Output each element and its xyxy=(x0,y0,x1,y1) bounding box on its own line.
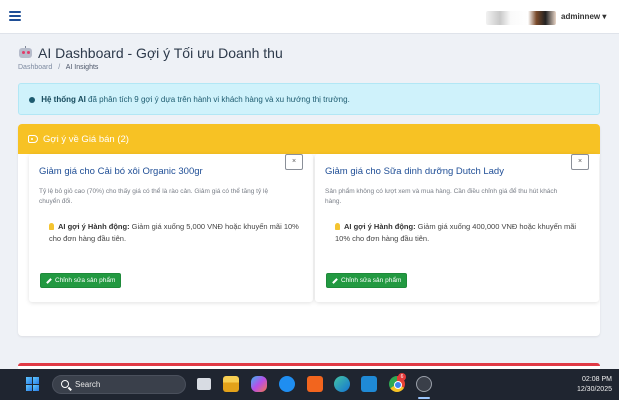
panel-title: Gợi ý về Giá bán (2) xyxy=(43,133,129,145)
edit-product-button[interactable]: Chỉnh sửa sản phẩm xyxy=(40,273,122,288)
pencil-icon xyxy=(46,277,52,284)
card-description: Tỷ lệ bỏ giỏ cao (70%) cho thấy giá có t… xyxy=(39,188,269,205)
suggestion-card: × Giảm giá cho Sữa dinh dưỡng Dutch Lady… xyxy=(315,154,599,302)
vscode-icon[interactable] xyxy=(361,376,377,392)
file-explorer-icon[interactable] xyxy=(223,376,239,392)
page-title-text: AI Dashboard - Gợi ý Tối ưu Doanh thu xyxy=(38,45,283,61)
task-view-icon[interactable] xyxy=(197,378,211,390)
zalo-icon[interactable] xyxy=(279,376,295,392)
alert-strong-text: Hệ thống AI xyxy=(41,95,86,104)
card-title: Giảm giá cho Sữa dinh dưỡng Dutch Lady xyxy=(325,166,504,177)
ai-suggestion-label: AI gợi ý Hành động: xyxy=(344,222,416,231)
breadcrumb-separator: / xyxy=(58,64,61,71)
lightbulb-icon xyxy=(49,223,54,230)
breadcrumb-current: AI Insights xyxy=(65,64,99,71)
chrome-notification-badge: 6 xyxy=(398,373,406,381)
menu-toggle-icon[interactable] xyxy=(9,11,21,21)
edit-product-button[interactable]: Chỉnh sửa sản phẩm xyxy=(326,273,408,288)
ai-suggestion: AI gợi ý Hành động: Giảm giá xuống 400,0… xyxy=(335,221,589,245)
lightbulb-icon xyxy=(29,97,35,103)
edit-product-label: Chỉnh sửa sản phẩm xyxy=(341,277,402,284)
lightbulb-icon xyxy=(335,223,340,230)
breadcrumb-home-link[interactable]: Dashboard xyxy=(18,64,52,71)
ai-suggestion-label: AI gợi ý Hành động: xyxy=(58,222,130,231)
clock-date: 12/30/2025 xyxy=(576,386,612,393)
chatgpt-icon[interactable] xyxy=(416,376,432,392)
suggestion-card: × Giảm giá cho Cải bó xôi Organic 300gr … xyxy=(29,154,313,302)
price-suggestions-panel: Gợi ý về Giá bán (2) × Giảm giá cho Cải … xyxy=(18,124,600,336)
pencil-icon xyxy=(332,277,338,284)
card-title: Giảm giá cho Cải bó xôi Organic 300gr xyxy=(39,166,203,177)
clock-time: 02:08 PM xyxy=(582,376,612,383)
card-description: Sản phẩm không có lượt xem và mua hàng. … xyxy=(325,188,558,205)
info-alert: Hệ thống AI đã phân tích 9 gợi ý dựa trê… xyxy=(18,83,600,115)
windows-start-icon[interactable] xyxy=(26,377,40,391)
cards-row: × Giảm giá cho Cải bó xôi Organic 300gr … xyxy=(18,154,600,336)
search-placeholder: Search xyxy=(75,380,101,389)
panel-header: Gợi ý về Giá bán (2) xyxy=(18,124,600,154)
edge-browser-icon[interactable] xyxy=(334,376,350,392)
page-title: AI Dashboard - Gợi ý Tối ưu Doanh thu xyxy=(18,45,283,61)
taskbar-search-input[interactable]: Search xyxy=(52,375,186,394)
copilot-icon[interactable] xyxy=(251,376,267,392)
close-card-button[interactable]: × xyxy=(571,154,589,170)
avatar[interactable] xyxy=(486,11,556,25)
top-navbar: adminnew ▾ xyxy=(0,0,619,34)
ai-suggestion: AI gợi ý Hành động: Giảm giá xuống 5,000… xyxy=(49,221,303,245)
tag-icon xyxy=(28,135,38,143)
robot-icon xyxy=(18,46,33,60)
user-menu-dropdown[interactable]: adminnew ▾ xyxy=(561,12,606,21)
breadcrumb: Dashboard / AI Insights xyxy=(18,64,98,71)
active-app-indicator xyxy=(418,397,430,399)
alert-text: đã phân tích 9 gợi ý dựa trên hành vi kh… xyxy=(85,95,350,104)
windows-taskbar: Search 6 02:08 PM 12/30/2025 xyxy=(0,369,619,400)
close-card-button[interactable]: × xyxy=(285,154,303,170)
search-icon xyxy=(61,380,69,388)
edit-product-label: Chỉnh sửa sản phẩm xyxy=(55,277,116,284)
xampp-icon[interactable] xyxy=(307,376,323,392)
system-clock[interactable]: 02:08 PM 12/30/2025 xyxy=(572,375,612,395)
